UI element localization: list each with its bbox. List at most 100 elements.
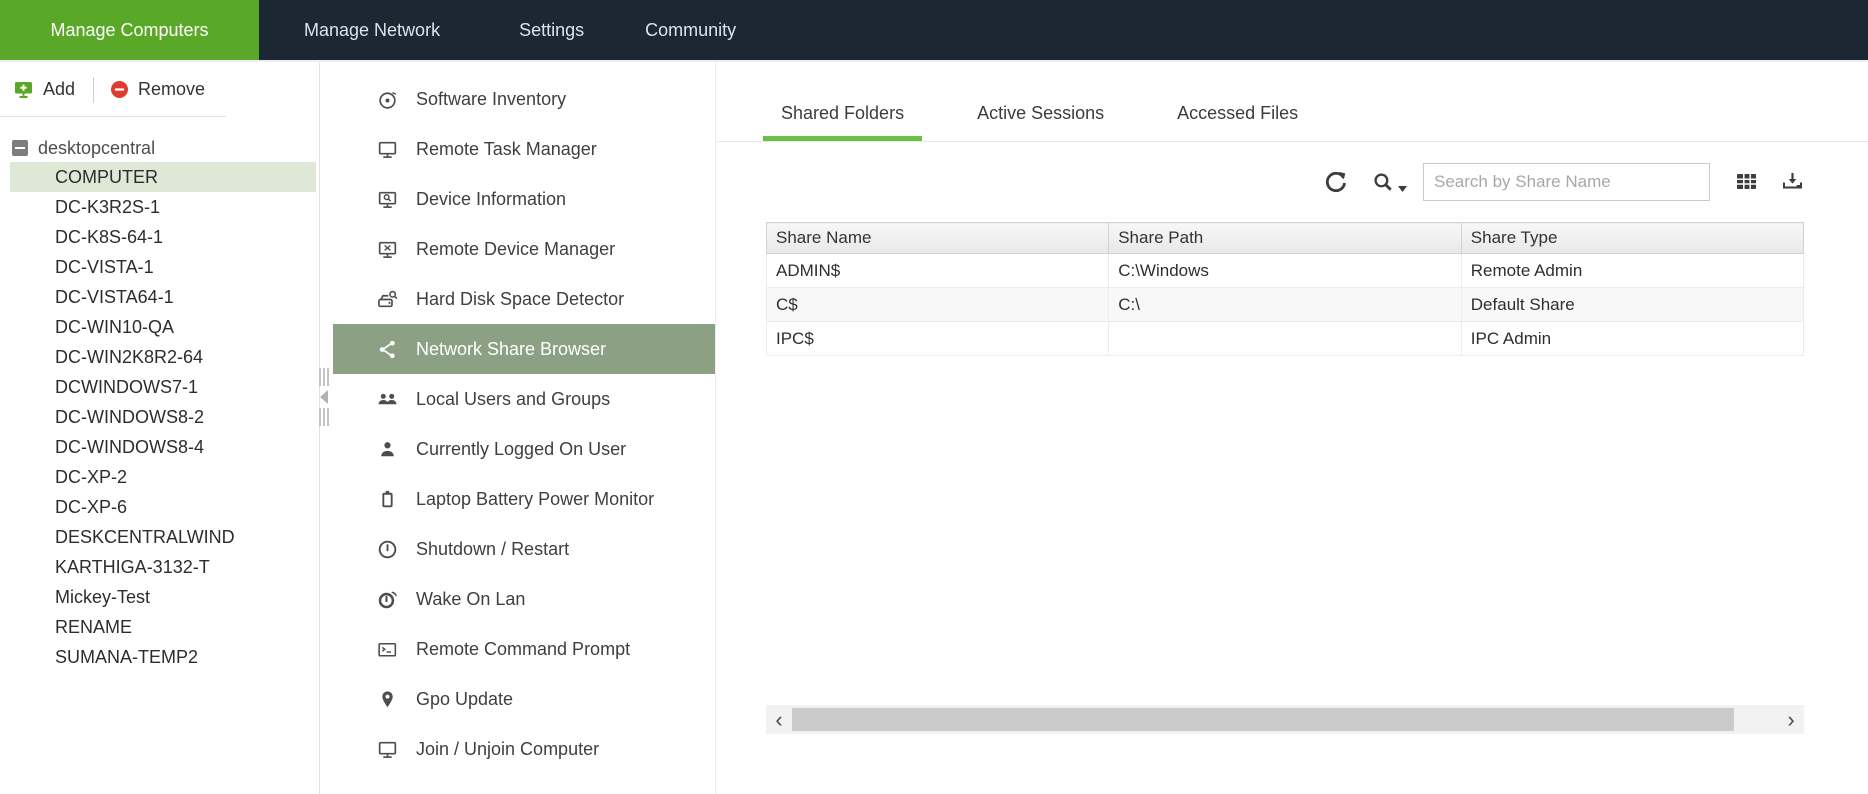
tree-item[interactable]: RENAME [10,612,316,642]
cell-share-name: C$ [767,288,1109,322]
scrollbar-track[interactable] [792,705,1778,734]
tree-item[interactable]: COMPUTER [10,162,316,192]
grip-hatch-bottom [319,408,330,426]
logged-on-user-icon [375,437,399,461]
cell-share-path [1109,322,1462,356]
sidebar-toolbar: Add Remove [0,62,319,117]
software-inventory-icon [375,87,399,111]
menu-item-remote-device-manager[interactable]: Remote Device Manager [333,224,715,274]
main-content: Shared Folders Active Sessions Accessed … [717,62,1868,794]
computer-tree: desktopcentral COMPUTER DC-K3R2S-1 DC-K8… [0,134,319,672]
menu-item-device-information[interactable]: Device Information [333,174,715,224]
menu-item-label: Join / Unjoin Computer [416,739,599,760]
menu-item-label: Remote Task Manager [416,139,597,160]
menu-item-gpo-update[interactable]: Gpo Update [333,674,715,724]
menu-item-local-users-and-groups[interactable]: Local Users and Groups [333,374,715,424]
menu-item-label: Network Share Browser [416,339,606,360]
tree-item[interactable]: DC-WINDOWS8-4 [10,432,316,462]
cell-share-type: Remote Admin [1461,254,1803,288]
toolbar-divider [93,77,94,103]
menu-item-join-unjoin-computer[interactable]: Join / Unjoin Computer [333,724,715,774]
top-navigation-bar: Manage Computers Manage Network Settings… [0,0,1868,60]
nav-tab-community[interactable]: Community [645,0,736,60]
tree-item[interactable]: KARTHIGA-3132-T [10,552,316,582]
panel-collapse-handle[interactable] [315,368,333,426]
table-view-icon[interactable] [1734,170,1759,194]
tree-item[interactable]: DC-VISTA64-1 [10,282,316,312]
add-computer-icon [13,80,34,100]
command-prompt-icon [375,637,399,661]
menu-item-label: Remote Command Prompt [416,639,630,660]
scroll-left-button[interactable]: ‹ [766,705,792,734]
tree-root-label: desktopcentral [38,138,155,159]
nav-tab-settings[interactable]: Settings [519,0,584,60]
remove-computer-button[interactable]: Remove [110,79,205,100]
tree-root-row[interactable]: desktopcentral [0,134,319,162]
column-header-share-type[interactable]: Share Type [1461,223,1803,254]
tree-item[interactable]: DC-K8S-64-1 [10,222,316,252]
tree-item[interactable]: DC-WINDOWS8-2 [10,402,316,432]
tree-item[interactable]: DC-K3R2S-1 [10,192,316,222]
menu-item-laptop-battery-power-monitor[interactable]: Laptop Battery Power Monitor [333,474,715,524]
search-dropdown-icon[interactable] [1371,170,1407,195]
hard-disk-space-detector-icon [375,287,399,311]
menu-item-shutdown-restart[interactable]: Shutdown / Restart [333,524,715,574]
menu-item-label: Wake On Lan [416,589,525,610]
tab-active-sessions[interactable]: Active Sessions [959,103,1122,141]
tree-item[interactable]: DC-XP-2 [10,462,316,492]
search-input[interactable] [1423,163,1710,201]
menu-item-label: Device Information [416,189,566,210]
scrollbar-thumb[interactable] [792,708,1734,731]
nav-tab-manage-computers[interactable]: Manage Computers [0,0,259,60]
tree-item[interactable]: DC-WIN10-QA [10,312,316,342]
table-row[interactable]: ADMIN$ C:\Windows Remote Admin [767,254,1804,288]
tree-item[interactable]: DC-WIN2K8R2-64 [10,342,316,372]
remote-device-manager-icon [375,237,399,261]
refresh-icon[interactable] [1323,169,1349,195]
add-computer-button[interactable]: Add [13,79,75,100]
gpo-update-icon [375,687,399,711]
menu-item-currently-logged-on-user[interactable]: Currently Logged On User [333,424,715,474]
cell-share-name: ADMIN$ [767,254,1109,288]
nav-tab-manage-network[interactable]: Manage Network [304,0,440,60]
tree-item[interactable]: DCWINDOWS7-1 [10,372,316,402]
toolbar-bottom-divider [0,116,226,117]
menu-item-network-share-browser[interactable]: Network Share Browser [333,324,715,374]
column-header-share-name[interactable]: Share Name [767,223,1109,254]
menu-item-remote-task-manager[interactable]: Remote Task Manager [333,124,715,174]
tree-item[interactable]: DESKCENTRALWIND [10,522,316,552]
app-window: Manage Computers Manage Network Settings… [0,0,1868,794]
menu-item-label: Remote Device Manager [416,239,615,260]
table-row[interactable]: IPC$ IPC Admin [767,322,1804,356]
menu-item-label: Gpo Update [416,689,513,710]
column-header-share-path[interactable]: Share Path [1109,223,1462,254]
menu-item-wake-on-lan[interactable]: Wake On Lan [333,574,715,624]
battery-icon [375,487,399,511]
collapse-tree-icon[interactable] [12,140,28,156]
shutdown-icon [375,537,399,561]
menu-item-remote-command-prompt[interactable]: Remote Command Prompt [333,624,715,674]
remote-task-manager-icon [375,137,399,161]
tree-item[interactable]: DC-VISTA-1 [10,252,316,282]
export-icon[interactable] [1780,170,1805,194]
tools-menu: Software Inventory Remote Task Manager D… [333,62,716,794]
horizontal-scrollbar[interactable]: ‹ › [766,705,1804,734]
tree-item[interactable]: Mickey-Test [10,582,316,612]
wake-on-lan-icon [375,587,399,611]
content-tabs: Shared Folders Active Sessions Accessed … [717,62,1868,142]
tree-item[interactable]: SUMANA-TEMP2 [10,642,316,672]
table-row[interactable]: C$ C:\ Default Share [767,288,1804,322]
tab-shared-folders[interactable]: Shared Folders [763,103,922,141]
device-information-icon [375,187,399,211]
menu-item-label: Local Users and Groups [416,389,610,410]
scroll-right-button[interactable]: › [1778,705,1804,734]
table-header-row: Share Name Share Path Share Type [767,223,1804,254]
add-button-label: Add [43,79,75,100]
menu-item-label: Laptop Battery Power Monitor [416,489,654,510]
tab-accessed-files[interactable]: Accessed Files [1159,103,1316,141]
menu-item-label: Software Inventory [416,89,566,110]
network-share-browser-icon [375,337,399,361]
tree-item[interactable]: DC-XP-6 [10,492,316,522]
menu-item-hard-disk-space-detector[interactable]: Hard Disk Space Detector [333,274,715,324]
menu-item-software-inventory[interactable]: Software Inventory [333,74,715,124]
